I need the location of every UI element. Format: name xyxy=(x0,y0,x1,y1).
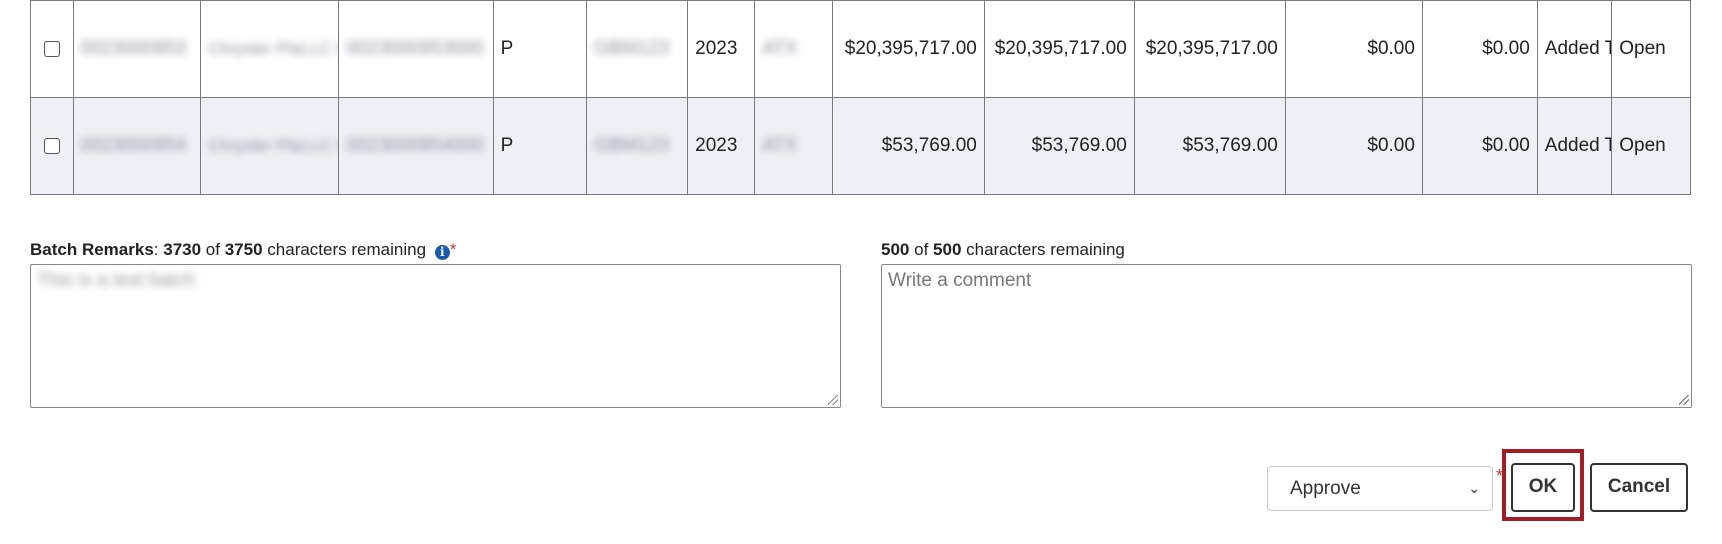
cancel-button[interactable]: Cancel xyxy=(1590,463,1688,512)
state-cell: Open xyxy=(1611,97,1691,195)
comment-of: of xyxy=(914,240,929,259)
row-select-cell[interactable] xyxy=(30,0,74,98)
row-checkbox[interactable] xyxy=(43,137,60,154)
name-cell: Chrysler PlaLLC Clients, Inc. xyxy=(200,0,340,98)
chevron-down-icon: ⌄ xyxy=(1468,480,1480,496)
batch-remarks-title: Batch Remarks xyxy=(30,240,154,259)
ok-button[interactable]: OK xyxy=(1511,463,1575,512)
amount-cell: $0.00 xyxy=(1284,0,1423,98)
row-checkbox[interactable] xyxy=(43,40,60,57)
amount-cell: $53,769.00 xyxy=(1133,97,1286,195)
table-row: 0023000954 Chrysler PlaLLC Clients, Inc.… xyxy=(30,97,1691,195)
year-cell: 2023 xyxy=(687,0,756,98)
resize-grip-icon[interactable] xyxy=(1679,395,1689,405)
batch-remarks-label: Batch Remarks: 3730 of 3750 characters r… xyxy=(30,240,457,260)
type-cell: P xyxy=(492,97,588,195)
results-table: 0023000953 Chrysler PlaLLC Clients, Inc.… xyxy=(30,0,1691,195)
status-cell: Added To Batch xyxy=(1536,0,1613,98)
amount-cell: $0.00 xyxy=(1421,97,1538,195)
comment-suffix: characters remaining xyxy=(966,240,1125,259)
code-cell: GBM123 xyxy=(586,97,689,195)
batch-remarks-of: of xyxy=(205,240,220,259)
amount-cell: $0.00 xyxy=(1284,97,1423,195)
id-cell: 0023000954 xyxy=(72,97,202,195)
table-row: 0023000953 Chrysler PlaLLC Clients, Inc.… xyxy=(30,0,1691,98)
ref-cell: 0023000953000 xyxy=(338,0,494,98)
name-cell: Chrysler PlaLLC Clients, Inc. xyxy=(200,97,340,195)
misc-cell: ATX xyxy=(754,0,833,98)
misc-cell: ATX xyxy=(754,97,833,195)
batch-remarks-value: This is a test batch xyxy=(37,270,196,291)
comment-counter-label: 500 of 500 characters remaining xyxy=(881,240,1125,260)
state-cell: Open xyxy=(1611,0,1691,98)
type-cell: P xyxy=(492,0,588,98)
batch-remarks-textarea[interactable]: This is a test batch xyxy=(30,264,841,408)
comment-placeholder: Write a comment xyxy=(888,270,1032,291)
required-marker: * xyxy=(449,240,457,259)
amount-cell: $20,395,717.00 xyxy=(983,0,1135,98)
action-select[interactable]: Approve ⌄ xyxy=(1267,466,1493,511)
amount-cell: $0.00 xyxy=(1421,0,1538,98)
info-icon[interactable]: i xyxy=(434,245,450,260)
action-select-value: Approve xyxy=(1290,478,1361,499)
amount-cell: $20,395,717.00 xyxy=(1133,0,1286,98)
row-select-cell[interactable] xyxy=(30,97,74,195)
resize-grip-icon[interactable] xyxy=(828,395,838,405)
year-cell: 2023 xyxy=(687,97,756,195)
status-cell: Added To Batch xyxy=(1536,97,1613,195)
comment-max: 500 xyxy=(933,240,962,259)
batch-remarks-max: 3750 xyxy=(224,240,263,259)
batch-remarks-suffix: characters remaining xyxy=(267,240,427,259)
batch-remarks-remaining: 3730 xyxy=(163,240,202,259)
ref-cell: 0023000954000 xyxy=(338,97,494,195)
amount-cell: $53,769.00 xyxy=(831,97,985,195)
comment-remaining: 500 xyxy=(881,240,910,259)
id-cell: 0023000953 xyxy=(72,0,202,98)
comment-textarea[interactable]: Write a comment xyxy=(881,264,1692,408)
amount-cell: $20,395,717.00 xyxy=(831,0,985,98)
amount-cell: $53,769.00 xyxy=(983,97,1135,195)
code-cell: GBM123 xyxy=(586,0,689,98)
